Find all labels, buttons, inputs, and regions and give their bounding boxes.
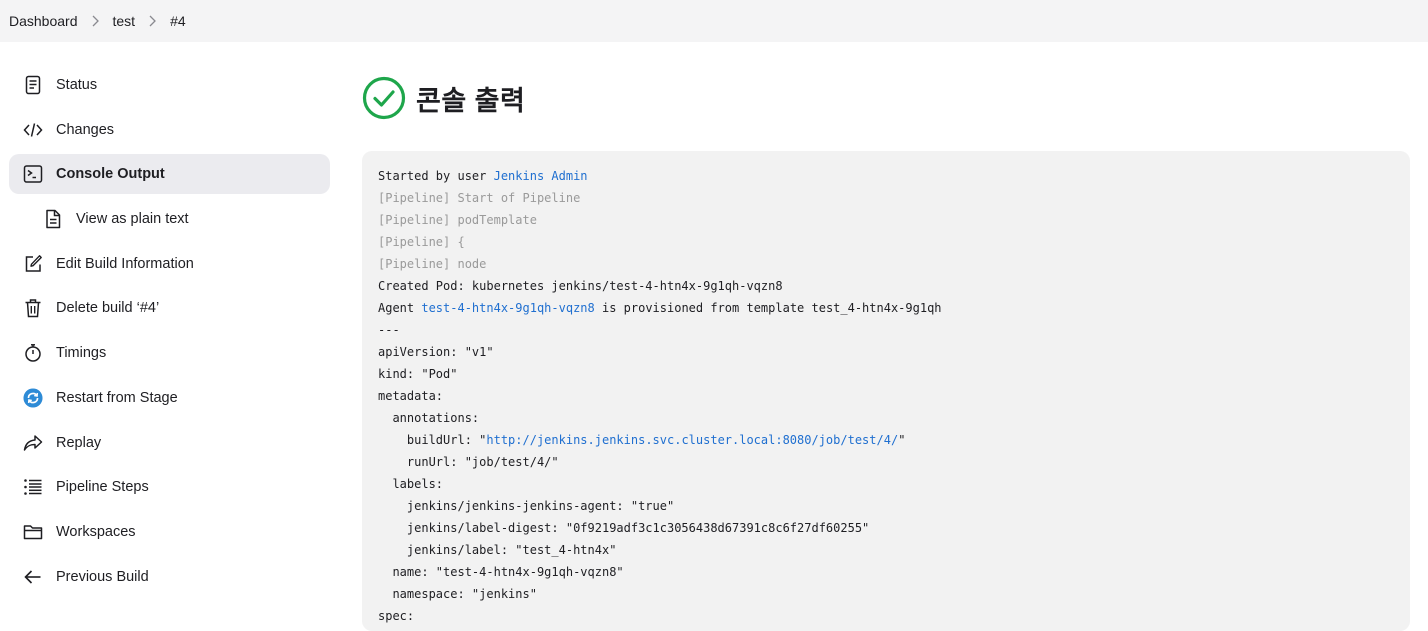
console-text: is provisioned from template test_4-htn4… <box>594 301 942 315</box>
console-text: jenkins/label: "test_4-htn4x" <box>378 543 617 557</box>
console-line: [Pipeline] Start of Pipeline <box>378 187 1394 209</box>
sidebar-item-label: Console Output <box>56 166 165 183</box>
console-text: kind: "Pod" <box>378 367 458 381</box>
console-line: metadata: <box>378 385 1394 407</box>
sidebar-item-label: Replay <box>56 434 102 451</box>
sidebar-item-label: Previous Build <box>56 568 149 585</box>
console-line: [Pipeline] podTemplate <box>378 209 1394 231</box>
sidebar-item-timings[interactable]: Timings <box>9 333 330 373</box>
sidebar-item-label: Status <box>56 77 98 93</box>
console-line: namespace: "jenkins" <box>378 583 1394 605</box>
console-text: spec: <box>378 609 415 623</box>
console-line: Agent test-4-htn4x-9g1qh-vqzn8 is provis… <box>378 297 1394 319</box>
console-line: Started by user Jenkins Admin <box>378 165 1394 187</box>
console-line: Created Pod: kubernetes jenkins/test-4-h… <box>378 275 1394 297</box>
console-text: [Pipeline] Start of Pipeline <box>378 191 581 205</box>
arrow-left-icon <box>22 566 44 588</box>
sidebar-item-restart-from-stage[interactable]: Restart from Stage <box>9 378 330 418</box>
console-text: namespace: "jenkins" <box>378 587 537 601</box>
sidebar-item-console-output[interactable]: Console Output <box>9 154 330 195</box>
terminal-icon <box>22 163 44 185</box>
console-line: [Pipeline] node <box>378 253 1394 275</box>
sidebar-item-label: Restart from Stage <box>56 389 178 406</box>
console-text: metadata: <box>378 389 444 403</box>
success-check-icon <box>362 76 406 120</box>
console-line: --- <box>378 319 1394 341</box>
console-line: name: "test-4-htn4x-9g1qh-vqzn8" <box>378 561 1394 583</box>
console-line: kind: "Pod" <box>378 363 1394 385</box>
console-line: runUrl: "job/test/4/" <box>378 451 1394 473</box>
restart-icon <box>22 387 44 409</box>
chevron-right-icon <box>135 15 170 27</box>
sidebar-item-changes[interactable]: Changes <box>9 110 330 150</box>
console-text: Agent <box>378 301 422 315</box>
console-line: jenkins/label: "test_4-htn4x" <box>378 539 1394 561</box>
sidebar-item-label: Workspaces <box>56 523 136 540</box>
sidebar-item-status[interactable]: Status <box>9 65 330 105</box>
sidebar-item-edit-build-info[interactable]: Edit Build Information <box>9 244 330 284</box>
code-icon <box>22 119 44 141</box>
console-text: [Pipeline] node <box>378 257 487 271</box>
edit-icon <box>22 253 44 275</box>
console-text: apiVersion: "v1" <box>378 345 494 359</box>
sidebar: Status Changes Console Output View as pl… <box>9 65 330 601</box>
page-heading: 콘솔 출력 <box>362 76 525 120</box>
console-line: annotations: <box>378 407 1394 429</box>
console-text: [Pipeline] podTemplate <box>378 213 537 227</box>
list-icon <box>22 476 44 498</box>
console-line: jenkins/jenkins-jenkins-agent: "true" <box>378 495 1394 517</box>
chevron-right-icon <box>78 15 113 27</box>
sidebar-item-view-plain-text[interactable]: View as plain text <box>9 199 330 239</box>
sidebar-item-workspaces[interactable]: Workspaces <box>9 512 330 552</box>
console-link[interactable]: Jenkins Admin <box>494 169 588 183</box>
breadcrumb-dashboard[interactable]: Dashboard <box>9 13 78 29</box>
console-text: Started by user <box>378 169 494 183</box>
page-title: 콘솔 출력 <box>416 85 526 116</box>
console-text: name: "test-4-htn4x-9g1qh-vqzn8" <box>378 565 624 579</box>
console-text: labels: <box>378 477 444 491</box>
console-text: buildUrl: " <box>378 433 487 447</box>
trash-icon <box>22 297 44 319</box>
sidebar-item-label: Delete build ‘#4’ <box>56 300 160 317</box>
console-line: spec: <box>378 605 1394 627</box>
breadcrumb-build[interactable]: #4 <box>170 13 186 29</box>
sidebar-item-delete-build[interactable]: Delete build ‘#4’ <box>9 288 330 328</box>
document-icon <box>22 74 44 96</box>
sidebar-item-label: Changes <box>56 121 115 138</box>
stopwatch-icon <box>22 342 44 364</box>
console-link[interactable]: test-4-htn4x-9g1qh-vqzn8 <box>421 301 594 315</box>
sidebar-item-replay[interactable]: Replay <box>9 423 330 463</box>
breadcrumb-job[interactable]: test <box>113 13 136 29</box>
console-output: Started by user Jenkins Admin [Pipeline] … <box>362 151 1410 631</box>
console-text: jenkins/label-digest: "0f9219adf3c1c3056… <box>378 521 870 535</box>
console-text: --- <box>378 323 400 337</box>
console-line: apiVersion: "v1" <box>378 341 1394 363</box>
folder-icon <box>22 521 44 543</box>
console-line: buildUrl: "http://jenkins.jenkins.svc.cl… <box>378 429 1394 451</box>
console-text: " <box>898 433 906 447</box>
console-text: jenkins/jenkins-jenkins-agent: "true" <box>378 499 675 513</box>
console-text: [Pipeline] { <box>378 235 465 249</box>
console-line: labels: <box>378 473 1394 495</box>
sidebar-item-label: Edit Build Information <box>56 255 194 272</box>
console-text: annotations: <box>378 411 480 425</box>
console-line: [Pipeline] { <box>378 231 1394 253</box>
console-link[interactable]: http://jenkins.jenkins.svc.cluster.local… <box>486 433 898 447</box>
share-icon <box>22 432 44 454</box>
sidebar-item-label: Timings <box>56 345 107 362</box>
console-text: Created Pod: kubernetes jenkins/test-4-h… <box>378 279 783 293</box>
sidebar-item-previous-build[interactable]: Previous Build <box>9 557 330 597</box>
sidebar-item-pipeline-steps[interactable]: Pipeline Steps <box>9 467 330 507</box>
file-text-icon <box>42 208 64 230</box>
console-text: runUrl: "job/test/4/" <box>378 455 559 469</box>
breadcrumb: Dashboard test #4 <box>0 0 1428 42</box>
sidebar-item-label: Pipeline Steps <box>56 479 149 496</box>
console-line: jenkins/label-digest: "0f9219adf3c1c3056… <box>378 517 1394 539</box>
sidebar-item-label: View as plain text <box>76 211 189 228</box>
